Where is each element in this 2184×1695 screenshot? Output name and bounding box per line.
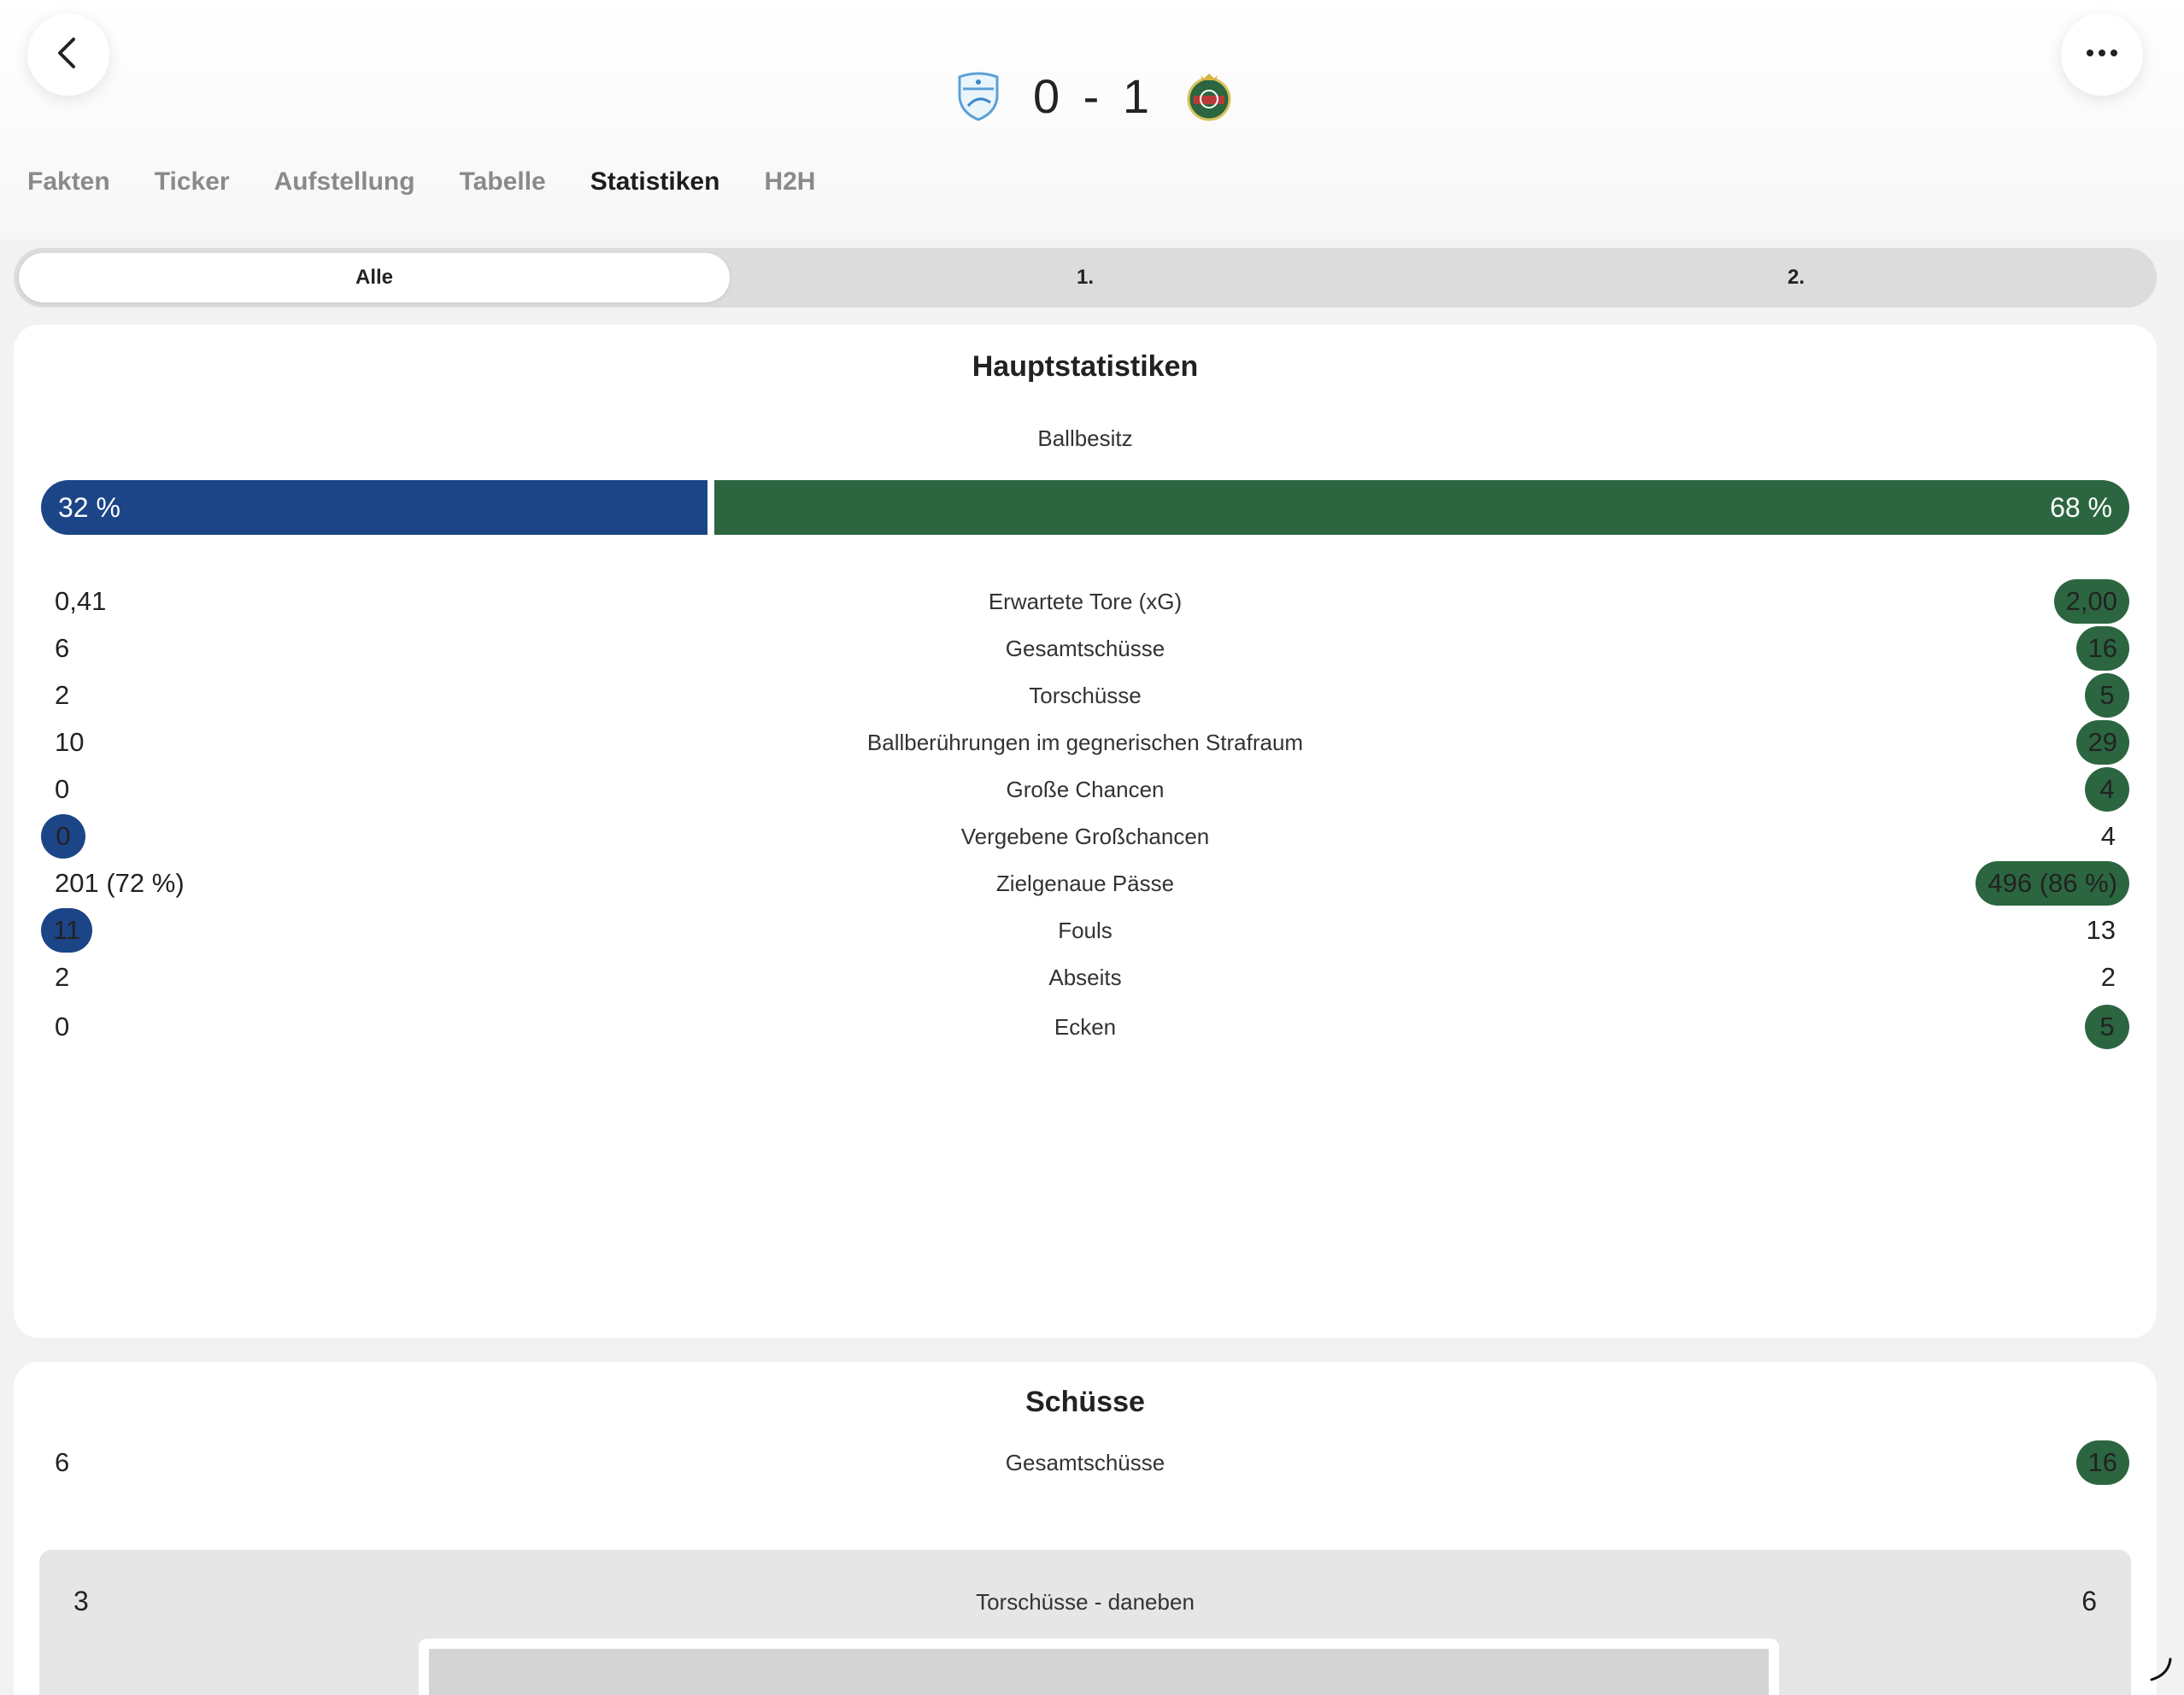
home-value: 0 [55, 774, 70, 804]
home-value: 2 [55, 680, 70, 710]
stat-label: Fouls [1058, 917, 1113, 943]
stat-label: Ecken [1054, 1013, 1117, 1040]
possession-home-segment: 32 % [41, 480, 707, 535]
tab-fakten[interactable]: Fakten [27, 167, 110, 207]
away-value: 496 (86 %) [1976, 861, 2129, 906]
period-selector: Alle 1. 2. [14, 248, 2157, 308]
stat-label: Gesamtschüsse [1005, 1449, 1165, 1475]
away-value: 2,00 [2053, 579, 2129, 624]
shots-card: Schüsse 6 Gesamtschüsse 16 3 Torschüsse … [14, 1362, 2157, 1695]
stat-row[interactable]: 10 Ballberührungen im gegnerischen Strafr… [14, 720, 2157, 765]
chevron-left-icon [51, 36, 85, 74]
tab-statistiken[interactable]: Statistiken [590, 167, 720, 207]
tab-h2h[interactable]: H2H [764, 167, 815, 207]
possession-away-value: 68 % [2050, 491, 2112, 523]
home-value: 201 (72 %) [55, 868, 185, 898]
home-value: 10 [55, 727, 85, 757]
scoreline: 0 - 1 [923, 60, 1265, 132]
away-value: 4 [2085, 767, 2129, 812]
home-value: 0 [41, 814, 85, 859]
away-value: 5 [2085, 673, 2129, 718]
stat-label: Zielgenaue Pässe [995, 870, 1175, 896]
away-value: 5 [2085, 1005, 2129, 1049]
match-header: 0 - 1 Fakten Ticker Aufstellung Tabelle … [0, 0, 2184, 239]
tab-ticker[interactable]: Ticker [155, 167, 230, 207]
main-stats-card: Hauptstatistiken Ballbesitz 32 % 68 % 0,… [14, 325, 2157, 1338]
more-options-button[interactable] [2061, 14, 2143, 96]
stat-row[interactable]: 6 Gesamtschüsse 16 [14, 1440, 2157, 1485]
away-value: 16 [2075, 626, 2129, 671]
away-value: 4 [2100, 821, 2116, 851]
stat-label: Erwartete Tore (xG) [988, 588, 1183, 614]
stat-label: Vergebene Großchancen [960, 823, 1210, 849]
away-value: 29 [2075, 720, 2129, 765]
home-value: 6 [55, 633, 70, 663]
home-value: 0 [55, 1012, 70, 1041]
ellipsis-icon [2085, 47, 2119, 62]
away-team-crest-icon[interactable] [1182, 68, 1236, 123]
home-value: 6 [55, 1447, 70, 1477]
shots-title: Schüsse [1025, 1386, 1145, 1418]
period-second-half-button[interactable]: 2. [1441, 253, 2152, 302]
home-value: 11 [41, 908, 93, 953]
stat-row[interactable]: 0 Vergebene Großchancen 4 [14, 814, 2157, 859]
stat-label: Gesamtschüsse [1005, 635, 1165, 661]
possession-label: Ballbesitz [1037, 425, 1133, 451]
tab-tabelle[interactable]: Tabelle [460, 167, 546, 207]
stat-label: Abseits [1048, 964, 1122, 990]
home-team-crest-icon[interactable] [951, 68, 1006, 123]
period-first-half-button[interactable]: 1. [730, 253, 1441, 302]
tab-aufstellung[interactable]: Aufstellung [274, 167, 415, 207]
shots-off-target-panel[interactable]: 3 Torschüsse - daneben 6 [39, 1550, 2131, 1695]
goal-frame-graphic [419, 1639, 1779, 1695]
stat-row[interactable]: 2 Torschüsse 5 [14, 673, 2157, 718]
match-tabs: Fakten Ticker Aufstellung Tabelle Statis… [27, 167, 860, 207]
stat-row[interactable]: 6 Gesamtschüsse 16 [14, 626, 2157, 671]
resize-handle-icon[interactable] [2148, 1657, 2174, 1683]
away-value: 2 [2100, 962, 2116, 992]
stat-row[interactable]: 201 (72 %) Zielgenaue Pässe 496 (86 %) [14, 861, 2157, 906]
stat-label: Torschüsse [1029, 682, 1142, 708]
away-value: 13 [2086, 915, 2116, 945]
stat-label: Ballberührungen im gegnerischen Strafrau… [866, 729, 1304, 755]
goal-area [429, 1649, 1769, 1695]
away-value: 6 [2081, 1586, 2097, 1616]
stat-row[interactable]: 0 Ecken 5 [14, 1005, 2157, 1049]
possession-home-value: 32 % [58, 491, 120, 523]
back-button[interactable] [27, 14, 109, 96]
stat-row[interactable]: 2 Abseits 2 [14, 955, 2157, 1000]
stat-row[interactable]: 0 Große Chancen 4 [14, 767, 2157, 812]
period-all-button[interactable]: Alle [19, 253, 730, 302]
home-value: 0,41 [55, 586, 107, 616]
stat-label: Torschüsse - daneben [976, 1589, 1195, 1615]
match-stats-page: 0 - 1 Fakten Ticker Aufstellung Tabelle … [0, 0, 2184, 1695]
away-value: 16 [2075, 1440, 2129, 1485]
main-stats-title: Hauptstatistiken [972, 350, 1199, 383]
stat-label: Große Chancen [1006, 776, 1165, 802]
possession-away-segment: 68 % [714, 480, 2129, 535]
possession-bar: 32 % 68 % [41, 480, 2129, 535]
match-score: 0 - 1 [1032, 68, 1155, 123]
home-value: 2 [55, 962, 70, 992]
stat-row[interactable]: 11 Fouls 13 [14, 908, 2157, 953]
stat-row[interactable]: 0,41 Erwartete Tore (xG) 2,00 [14, 579, 2157, 624]
